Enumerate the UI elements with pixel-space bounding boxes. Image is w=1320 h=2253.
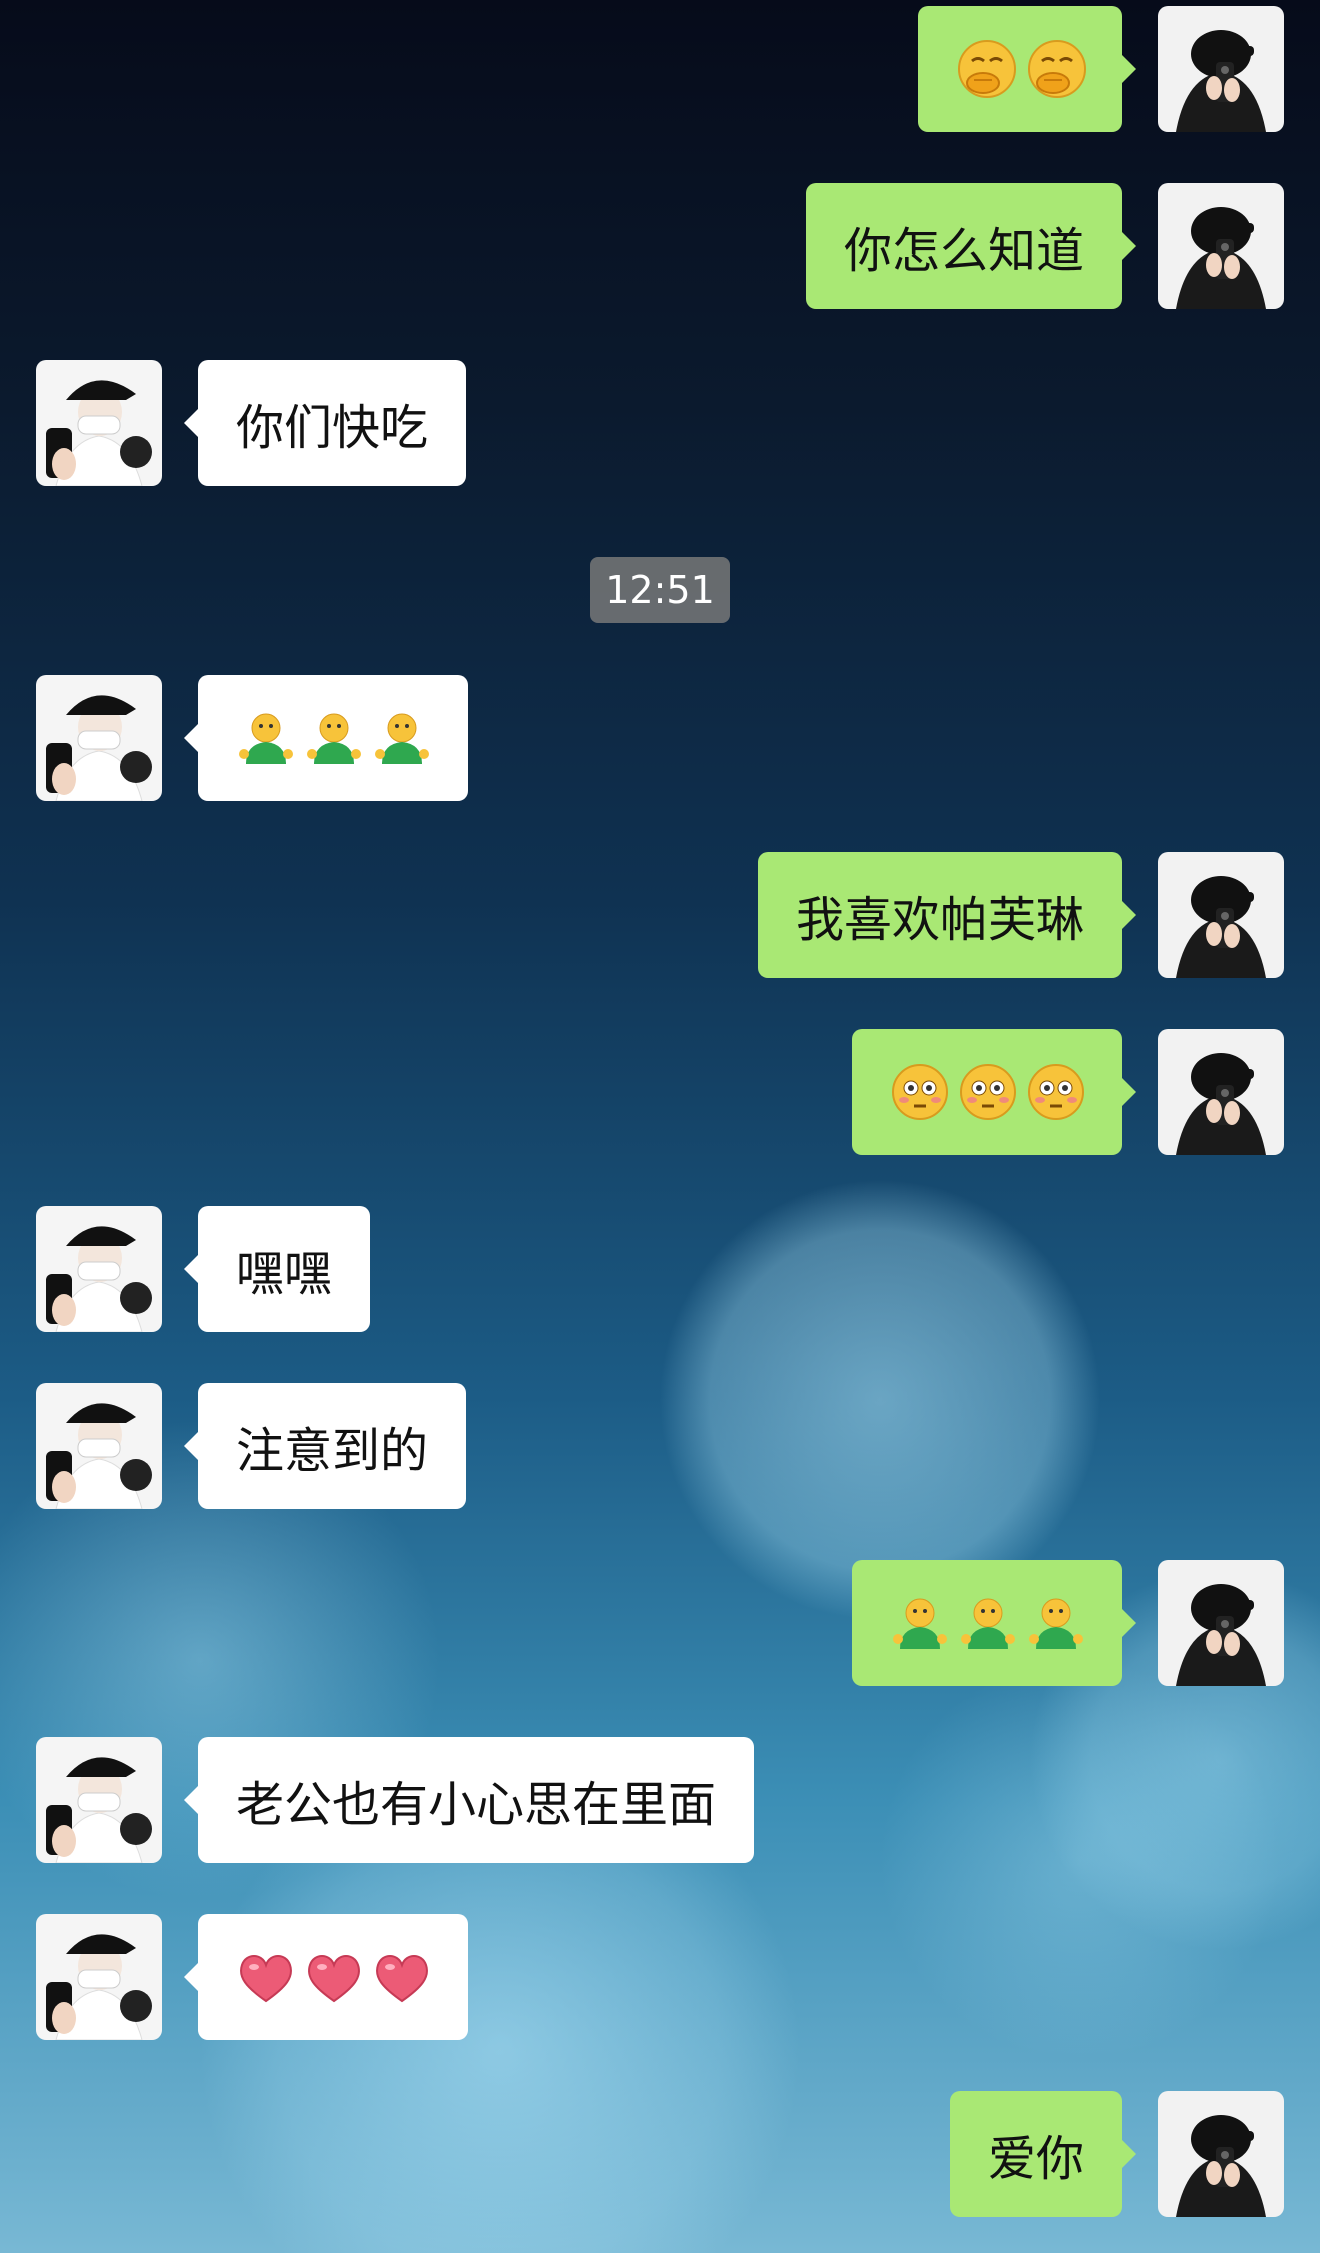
emoji-run (956, 38, 1088, 100)
message-row (0, 6, 1320, 132)
message-bubble-outgoing[interactable]: 爱你 (949, 2091, 1137, 2217)
green-shrug-person-icon (1029, 1598, 1083, 1649)
message-row (0, 1560, 1320, 1686)
message-bubble-incoming[interactable] (184, 675, 468, 801)
green-shrug-person-icon (239, 713, 293, 764)
timestamp-label: 12:51 (590, 557, 730, 623)
message-row: 爱你 (0, 2091, 1320, 2217)
emoji-run (236, 708, 432, 768)
green-shrug-person-icon (375, 713, 429, 764)
message-bubble-incoming[interactable]: 你们快吃 (183, 360, 467, 486)
message-row: 嘿嘿 (0, 1206, 1320, 1332)
message-bubble-incoming[interactable] (184, 1914, 468, 2040)
avatar-self-icon (1158, 1560, 1284, 1686)
avatar-contact[interactable] (36, 1206, 162, 1332)
avatar-contact[interactable] (36, 1914, 162, 2040)
pink-heart-icon (308, 1955, 360, 2003)
green-shrug-person-icon (961, 1598, 1015, 1649)
avatar-self[interactable] (1158, 1560, 1284, 1686)
avatar-self-icon (1158, 1029, 1284, 1155)
emoji-run (890, 1062, 1086, 1122)
flushed-face-icon (892, 1064, 948, 1120)
message-row (0, 675, 1320, 801)
message-row (0, 1029, 1320, 1155)
message-row: 我喜欢帕芙琳 (0, 852, 1320, 978)
smirk-hand-over-mouth-icon (1028, 40, 1086, 98)
pink-heart-icon (376, 1955, 428, 2003)
avatar-self[interactable] (1158, 183, 1284, 309)
message-row: 老公也有小心思在里面 (0, 1737, 1320, 1863)
avatar-self-icon (1158, 2091, 1284, 2217)
avatar-self-icon (1158, 6, 1284, 132)
message-row: 你们快吃 (0, 360, 1320, 486)
avatar-contact-icon (36, 1383, 162, 1509)
avatar-self-icon (1158, 183, 1284, 309)
message-row (0, 1914, 1320, 2040)
message-bubble-incoming[interactable]: 嘿嘿 (183, 1206, 371, 1332)
message-bubble-outgoing[interactable] (852, 1560, 1136, 1686)
avatar-contact-icon (36, 360, 162, 486)
avatar-contact-icon (36, 1206, 162, 1332)
message-text: 我喜欢帕芙琳 (795, 892, 1084, 948)
avatar-self[interactable] (1158, 6, 1284, 132)
message-bubble-outgoing[interactable]: 我喜欢帕芙琳 (757, 852, 1137, 978)
avatar-contact-icon (36, 1914, 162, 2040)
message-text: 老公也有小心思在里面 (236, 1777, 717, 1833)
avatar-self[interactable] (1158, 2091, 1284, 2217)
avatar-self-icon (1158, 852, 1284, 978)
pink-heart-icon (240, 1955, 292, 2003)
message-bubble-incoming[interactable]: 注意到的 (183, 1383, 467, 1509)
message-text: 注意到的 (236, 1423, 429, 1479)
avatar-contact[interactable] (36, 360, 162, 486)
message-text: 你们快吃 (236, 400, 429, 456)
message-bubble-incoming[interactable]: 老公也有小心思在里面 (183, 1737, 755, 1863)
emoji-run (890, 1593, 1086, 1653)
avatar-contact[interactable] (36, 675, 162, 801)
message-bubble-outgoing[interactable] (852, 1029, 1136, 1155)
message-text: 嘿嘿 (236, 1246, 333, 1302)
emoji-run (236, 1947, 432, 2007)
message-text: 你怎么知道 (843, 223, 1084, 279)
green-shrug-person-icon (307, 713, 361, 764)
avatar-self[interactable] (1158, 1029, 1284, 1155)
message-row: 你怎么知道 (0, 183, 1320, 309)
avatar-contact[interactable] (36, 1383, 162, 1509)
message-row: 注意到的 (0, 1383, 1320, 1509)
flushed-face-icon (1028, 1064, 1084, 1120)
smirk-hand-over-mouth-icon (958, 40, 1016, 98)
avatar-self[interactable] (1158, 852, 1284, 978)
avatar-contact-icon (36, 675, 162, 801)
avatar-contact[interactable] (36, 1737, 162, 1863)
flushed-face-icon (960, 1064, 1016, 1120)
message-bubble-outgoing[interactable] (918, 6, 1136, 132)
message-bubble-outgoing[interactable]: 你怎么知道 (805, 183, 1137, 309)
avatar-contact-icon (36, 1737, 162, 1863)
green-shrug-person-icon (893, 1598, 947, 1649)
message-text: 爱你 (987, 2131, 1084, 2187)
